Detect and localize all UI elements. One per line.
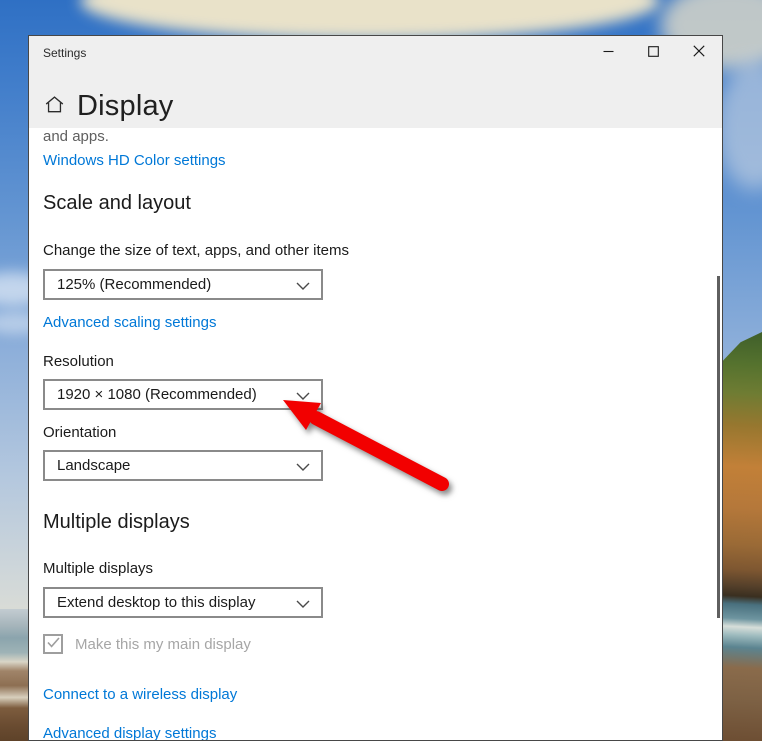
main-display-checkbox-row: Make this my main display [43,634,251,654]
orientation-dropdown-value: Landscape [57,457,130,474]
minimize-icon [603,45,614,60]
scrollbar-thumb[interactable] [717,276,720,618]
close-icon [693,45,705,60]
chevron-down-icon [296,595,310,613]
multiple-displays-label: Multiple displays [43,560,153,577]
chevron-down-icon [296,458,310,476]
maximize-icon [648,45,659,60]
main-display-checkbox-label: Make this my main display [75,636,251,653]
multiple-displays-dropdown-value: Extend desktop to this display [57,594,255,611]
minimize-button[interactable] [586,36,631,68]
scale-dropdown-value: 125% (Recommended) [57,276,211,293]
checkmark-icon [47,635,60,653]
scale-size-label: Change the size of text, apps, and other… [43,242,349,259]
settings-window: Settings Disp [28,35,723,741]
orientation-dropdown[interactable]: Landscape [43,450,323,481]
page-header: Display [44,92,174,121]
desktop-cliff [723,332,762,741]
page-title: Display [77,92,174,121]
orientation-label: Orientation [43,424,116,441]
resolution-label: Resolution [43,353,114,370]
chevron-down-icon [296,387,310,405]
home-icon[interactable] [44,94,65,120]
maximize-button[interactable] [631,36,676,68]
scale-layout-heading: Scale and layout [43,192,191,215]
close-button[interactable] [676,36,721,68]
scale-dropdown[interactable]: 125% (Recommended) [43,269,323,300]
resolution-dropdown[interactable]: 1920 × 1080 (Recommended) [43,379,323,410]
advanced-display-settings-link[interactable]: Advanced display settings [43,725,216,741]
multiple-displays-heading: Multiple displays [43,511,190,534]
advanced-scaling-link[interactable]: Advanced scaling settings [43,314,216,331]
wireless-display-link[interactable]: Connect to a wireless display [43,686,237,703]
caption-buttons [586,36,721,68]
cloud [80,0,660,40]
multiple-displays-dropdown[interactable]: Extend desktop to this display [43,587,323,618]
hd-color-settings-link[interactable]: Windows HD Color settings [43,152,226,169]
clipped-description-text: and apps. [43,128,109,145]
chevron-down-icon [296,277,310,295]
window-title: Settings [43,46,86,60]
resolution-dropdown-value: 1920 × 1080 (Recommended) [57,386,257,403]
main-display-checkbox[interactable] [43,634,63,654]
